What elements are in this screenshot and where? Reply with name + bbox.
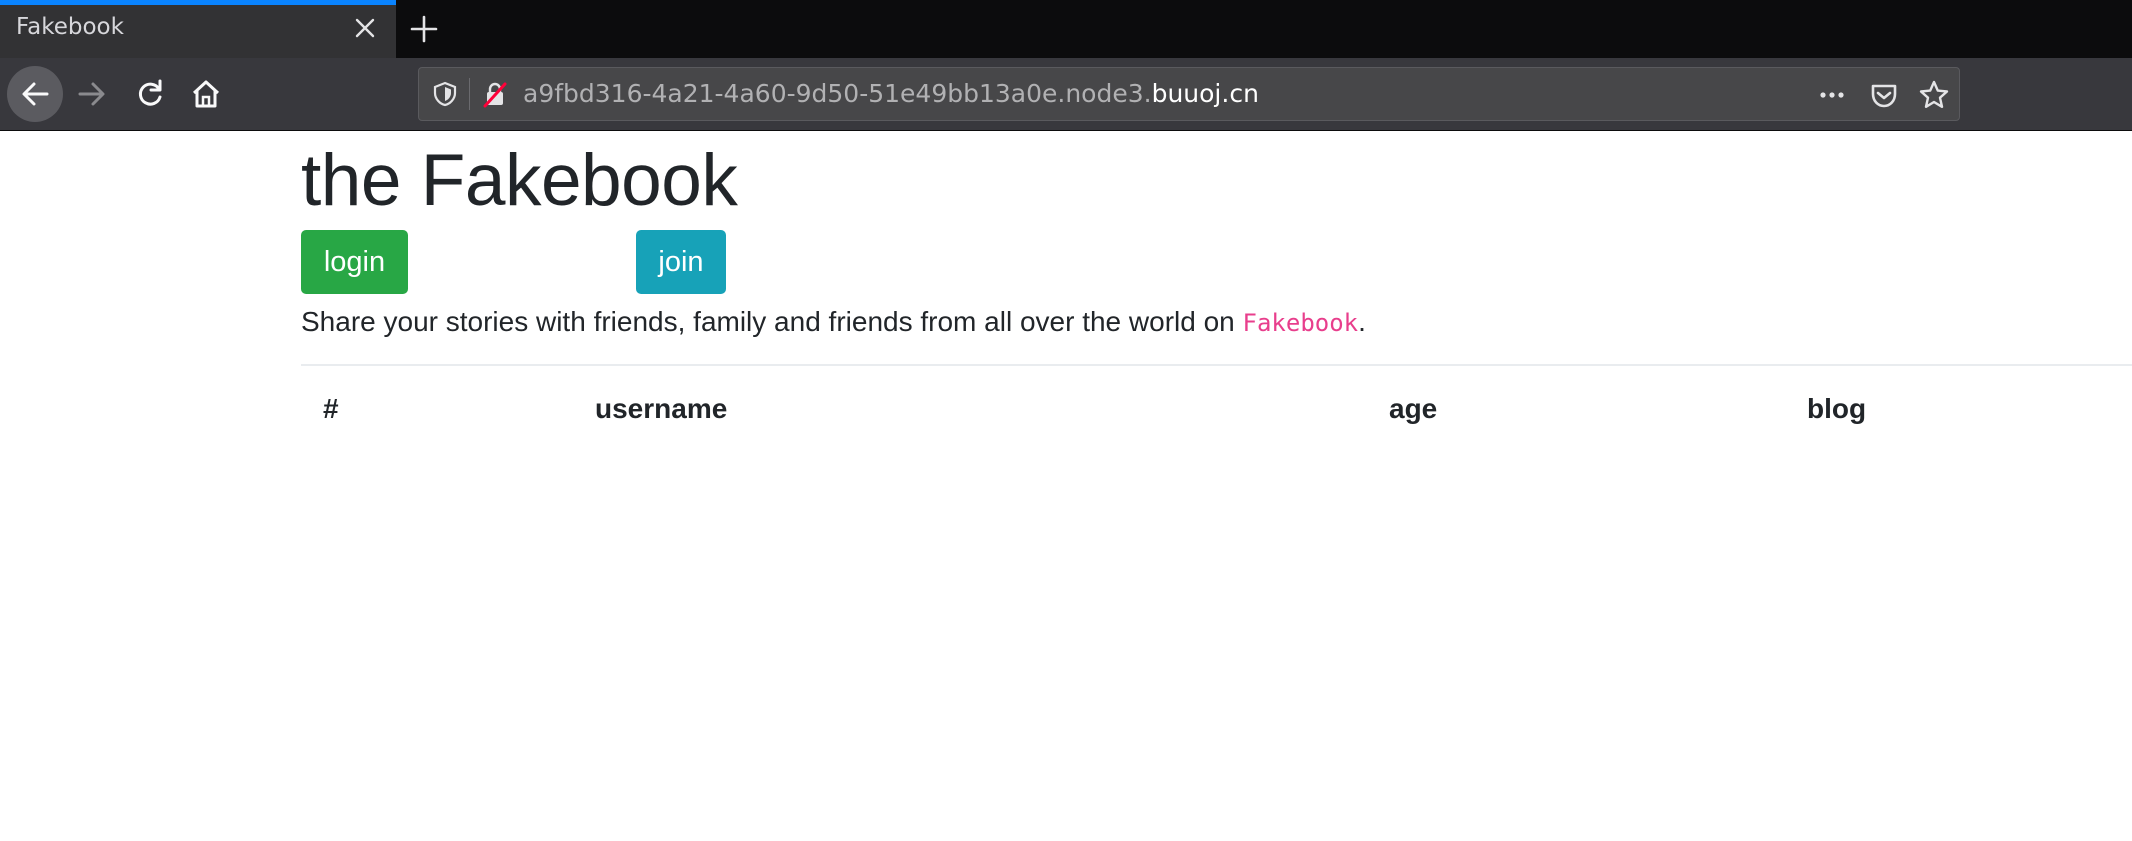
url-domain: buuoj.cn bbox=[1151, 79, 1259, 108]
home-button[interactable] bbox=[178, 66, 234, 122]
back-arrow-icon bbox=[22, 82, 49, 106]
plus-icon[interactable] bbox=[408, 13, 440, 45]
star-icon[interactable] bbox=[1917, 78, 1951, 112]
close-icon[interactable] bbox=[352, 15, 378, 41]
lead-text: Share your stories with friends, family … bbox=[301, 306, 1243, 337]
login-button[interactable]: login bbox=[301, 230, 408, 294]
tab-bar: Fakebook bbox=[0, 0, 2132, 58]
browser-tab[interactable]: Fakebook bbox=[0, 0, 396, 58]
more-dots-icon[interactable] bbox=[1815, 78, 1849, 112]
back-button[interactable] bbox=[7, 66, 63, 122]
address-bar[interactable]: a9fbd316-4a21-4a60-9d50-51e49bb13a0e.nod… bbox=[418, 67, 1960, 121]
reload-icon bbox=[138, 79, 162, 106]
page-title: the Fakebook bbox=[301, 140, 738, 221]
lead-end: . bbox=[1358, 306, 1366, 337]
forward-arrow-icon bbox=[78, 82, 105, 106]
divider bbox=[301, 364, 2132, 366]
forward-button[interactable] bbox=[64, 66, 120, 122]
insecure-lock-icon[interactable] bbox=[481, 80, 509, 108]
home-icon bbox=[192, 80, 220, 108]
tab-title: Fakebook bbox=[16, 14, 124, 40]
url-subdomain: a9fbd316-4a21-4a60-9d50-51e49bb13a0e.nod… bbox=[523, 79, 1152, 108]
url-text[interactable]: a9fbd316-4a21-4a60-9d50-51e49bb13a0e.nod… bbox=[523, 79, 1259, 108]
column-header-blog: blog bbox=[1807, 393, 1867, 424]
tab-active-indicator bbox=[0, 0, 396, 5]
lead-paragraph: Share your stories with friends, family … bbox=[301, 301, 1366, 343]
brand-code: Fakebook bbox=[1242, 309, 1359, 337]
join-button[interactable]: join bbox=[636, 230, 726, 294]
url-separator bbox=[469, 78, 470, 110]
reload-button[interactable] bbox=[122, 66, 178, 122]
pocket-icon[interactable] bbox=[1867, 78, 1901, 112]
shield-icon[interactable] bbox=[431, 80, 459, 108]
column-header-username: username bbox=[595, 393, 728, 424]
navigation-toolbar: a9fbd316-4a21-4a60-9d50-51e49bb13a0e.nod… bbox=[0, 58, 2132, 131]
column-header-age: age bbox=[1389, 393, 1438, 424]
column-header-number: # bbox=[323, 393, 339, 424]
